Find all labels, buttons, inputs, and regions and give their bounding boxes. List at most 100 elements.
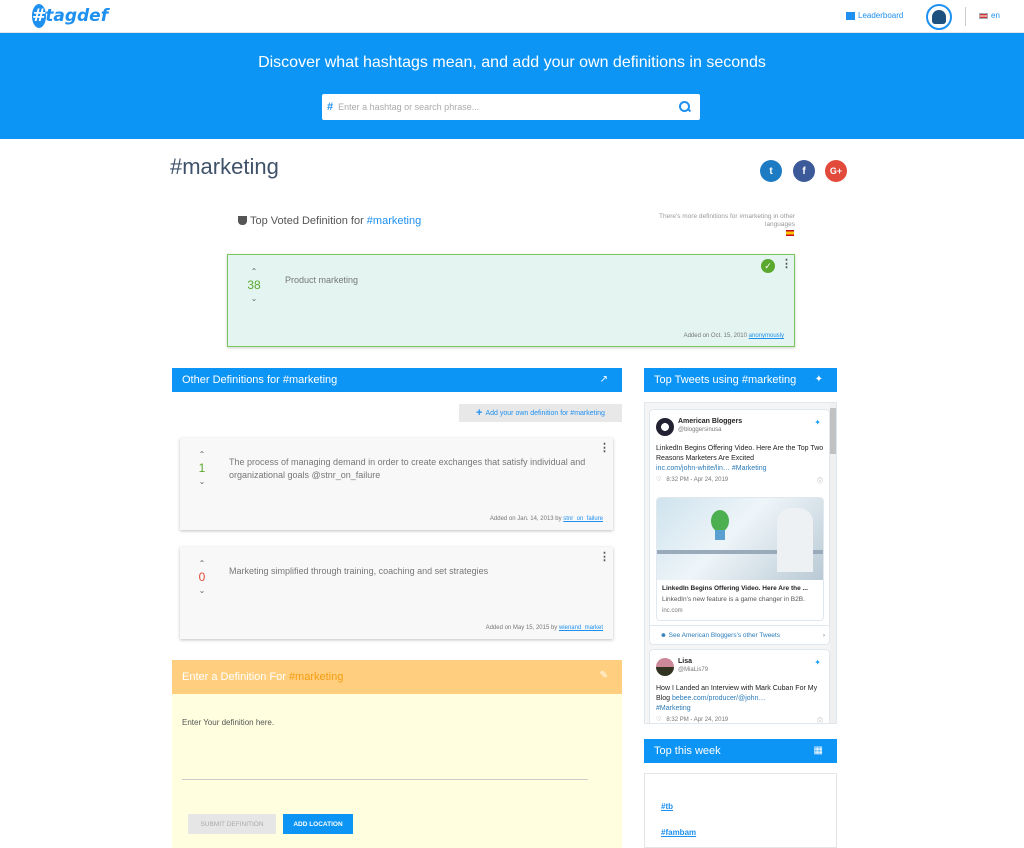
vote-count: 0 bbox=[198, 570, 206, 584]
definition-meta: Added on Jan. 14, 2013 by stnr_on_failur… bbox=[490, 516, 603, 522]
tweet-link-card[interactable]: LinkedIn Begins Offering Video. Here Are… bbox=[656, 497, 824, 621]
author-link[interactable]: stnr_on_failure bbox=[563, 516, 603, 522]
top-voted-label: Top Voted Definition for bbox=[250, 215, 367, 227]
downvote-chevron-icon[interactable]: ⌄ bbox=[192, 586, 212, 595]
vote-widget: ⌃ 0 ⌄ bbox=[192, 559, 212, 595]
tweet-body: LinkedIn Begins Offering Video. Here Are… bbox=[656, 445, 824, 462]
plant-shape bbox=[711, 510, 729, 532]
tweet-card-title: LinkedIn Begins Offering Video. Here Are… bbox=[662, 585, 808, 592]
search-icon[interactable] bbox=[679, 101, 691, 113]
person-shape bbox=[777, 508, 813, 572]
more-options-icon[interactable]: ⋮ bbox=[599, 552, 610, 563]
see-more-tweets-link[interactable]: ☻ See American Bloggers's other Tweets › bbox=[650, 625, 831, 645]
tweet-author-handle[interactable]: @MiaLis79 bbox=[678, 667, 708, 673]
twitter-share-button[interactable]: t bbox=[760, 160, 782, 182]
twitter-bird-icon[interactable]: ✦ bbox=[814, 658, 821, 667]
more-options-icon[interactable]: ⋮ bbox=[781, 259, 792, 270]
search-input[interactable] bbox=[338, 102, 669, 112]
hero-banner bbox=[0, 33, 1024, 139]
week-hashtag-link[interactable]: #tb bbox=[661, 802, 673, 811]
top-voted-definition-card: ⌃ 38 ⌄ Product marketing ✓ ⋮ Added on Oc… bbox=[227, 254, 795, 347]
added-date: Added on Oct. 15, 2010 bbox=[683, 333, 747, 339]
author-link[interactable]: anonymously bbox=[749, 333, 784, 339]
added-date: Added on Jan. 14, 2013 by bbox=[489, 516, 562, 522]
pencil-icon: ✎ bbox=[599, 670, 608, 681]
top-voted-heading: Top Voted Definition for #marketing bbox=[238, 215, 421, 227]
twitter-bird-icon[interactable]: ✦ bbox=[814, 418, 821, 427]
top-this-week-title: Top this week bbox=[654, 745, 721, 757]
enter-definition-title: Enter a Definition For bbox=[182, 671, 286, 683]
tweet-author-name[interactable]: American Bloggers bbox=[678, 418, 742, 425]
nav-divider bbox=[965, 7, 966, 26]
submit-definition-button[interactable]: SUBMIT DEFINITION bbox=[188, 814, 276, 834]
tweet-avatar[interactable] bbox=[656, 658, 674, 676]
tweet-hashtag[interactable]: #Marketing bbox=[656, 705, 691, 712]
definition-textarea[interactable] bbox=[182, 712, 588, 780]
user-avatar[interactable] bbox=[926, 4, 952, 30]
definition-meta: Added on May 15, 2015 by wienand_market bbox=[486, 625, 603, 631]
twitter-bird-icon: ✦ bbox=[814, 374, 823, 385]
other-definitions-header: Other Definitions for #marketing ↗ bbox=[172, 368, 622, 392]
twitter-icon: t bbox=[769, 165, 773, 177]
downvote-chevron-icon[interactable]: ⌄ bbox=[244, 294, 264, 303]
heart-icon[interactable]: ♡ bbox=[656, 477, 661, 483]
add-own-definition-button[interactable]: + Add your own definition for #marketing bbox=[459, 404, 622, 422]
added-date: Added on May 15, 2015 by bbox=[485, 625, 558, 631]
vote-count: 1 bbox=[198, 461, 206, 475]
top-this-week-header: Top this week ▦ bbox=[644, 739, 837, 763]
tweet-avatar[interactable] bbox=[656, 418, 674, 436]
page-title: #marketing bbox=[170, 154, 279, 179]
tweets-timeline[interactable]: American Bloggers @bloggersinusa ✦ Linke… bbox=[644, 402, 837, 724]
google-plus-icon: G+ bbox=[829, 166, 843, 176]
tweet-link[interactable]: bebee.com/producer/@john… bbox=[672, 695, 766, 702]
plus-icon: + bbox=[476, 407, 483, 419]
language-selector[interactable]: en bbox=[979, 11, 1000, 20]
tweet-time[interactable]: 8:32 PM - Apr 24, 2019 bbox=[666, 717, 728, 723]
tweet-text: LinkedIn Begins Offering Video. Here Are… bbox=[656, 444, 826, 474]
leaderboard-link[interactable]: Leaderboard bbox=[846, 11, 903, 20]
tweet-card[interactable]: Lisa @MiaLis79 ✦ How I Landed an Intervi… bbox=[649, 649, 830, 723]
more-options-icon[interactable]: ⋮ bbox=[599, 443, 610, 454]
hash-logo-icon: # bbox=[32, 4, 47, 28]
definition-text: Product marketing bbox=[285, 275, 359, 285]
tweet-link[interactable]: inc.com/john-white/lin… #Marketing bbox=[656, 465, 767, 472]
other-languages-note[interactable]: There's more definitions for #marketing … bbox=[645, 213, 795, 229]
hero-title: Discover what hashtags mean, and add you… bbox=[258, 54, 766, 71]
add-location-button[interactable]: ADD LOCATION bbox=[283, 814, 353, 834]
tweets-scroll-thumb[interactable] bbox=[830, 408, 836, 454]
definition-card: ⌃ 0 ⌄ Marketing simplified through train… bbox=[180, 547, 613, 639]
definition-meta: Added on Oct. 15, 2010 anonymously bbox=[684, 333, 784, 339]
us-flag-icon bbox=[979, 12, 988, 19]
tweet-card-description: LinkedIn's new feature is a game changer… bbox=[662, 596, 805, 603]
trophy-icon bbox=[238, 216, 247, 225]
person-icon: ☻ bbox=[660, 632, 669, 639]
downvote-chevron-icon[interactable]: ⌄ bbox=[192, 477, 212, 486]
info-icon[interactable]: ⓘ bbox=[817, 476, 823, 485]
tweet-author-name[interactable]: Lisa bbox=[678, 658, 692, 665]
top-this-week-list: #tb #fambam bbox=[644, 773, 837, 848]
tweet-time[interactable]: 8:32 PM - Apr 24, 2019 bbox=[666, 477, 728, 483]
tweet-author-handle[interactable]: @bloggersinusa bbox=[678, 427, 721, 433]
google-plus-share-button[interactable]: G+ bbox=[825, 160, 847, 182]
trending-icon[interactable]: ↗ bbox=[600, 374, 608, 385]
upvote-chevron-icon[interactable]: ⌃ bbox=[244, 267, 264, 276]
pot-shape bbox=[715, 530, 725, 540]
definition-text: Marketing simplified through training, c… bbox=[229, 566, 489, 576]
spain-flag-icon[interactable] bbox=[786, 230, 794, 236]
tagdef-logo[interactable]: # tagdef bbox=[32, 4, 108, 28]
upvote-chevron-icon[interactable]: ⌃ bbox=[192, 559, 212, 568]
top-voted-tag[interactable]: #marketing bbox=[367, 215, 421, 227]
author-link[interactable]: wienand_market bbox=[559, 625, 603, 631]
tweet-card-image bbox=[657, 498, 823, 580]
week-hashtag-link[interactable]: #fambam bbox=[661, 828, 696, 837]
upvote-chevron-icon[interactable]: ⌃ bbox=[192, 450, 212, 459]
enter-definition-header: Enter a Definition For #marketing ✎ bbox=[172, 660, 622, 694]
definition-card: ⌃ 1 ⌄ The process of managing demand in … bbox=[180, 438, 613, 530]
vote-widget: ⌃ 1 ⌄ bbox=[192, 450, 212, 486]
search-box: # bbox=[322, 94, 700, 120]
info-icon[interactable]: ⓘ bbox=[817, 716, 823, 723]
heart-icon[interactable]: ♡ bbox=[656, 717, 661, 723]
facebook-share-button[interactable]: f bbox=[793, 160, 815, 182]
tweet-card[interactable]: American Bloggers @bloggersinusa ✦ Linke… bbox=[649, 409, 831, 645]
tweet-text: How I Landed an Interview with Mark Cuba… bbox=[656, 684, 826, 714]
